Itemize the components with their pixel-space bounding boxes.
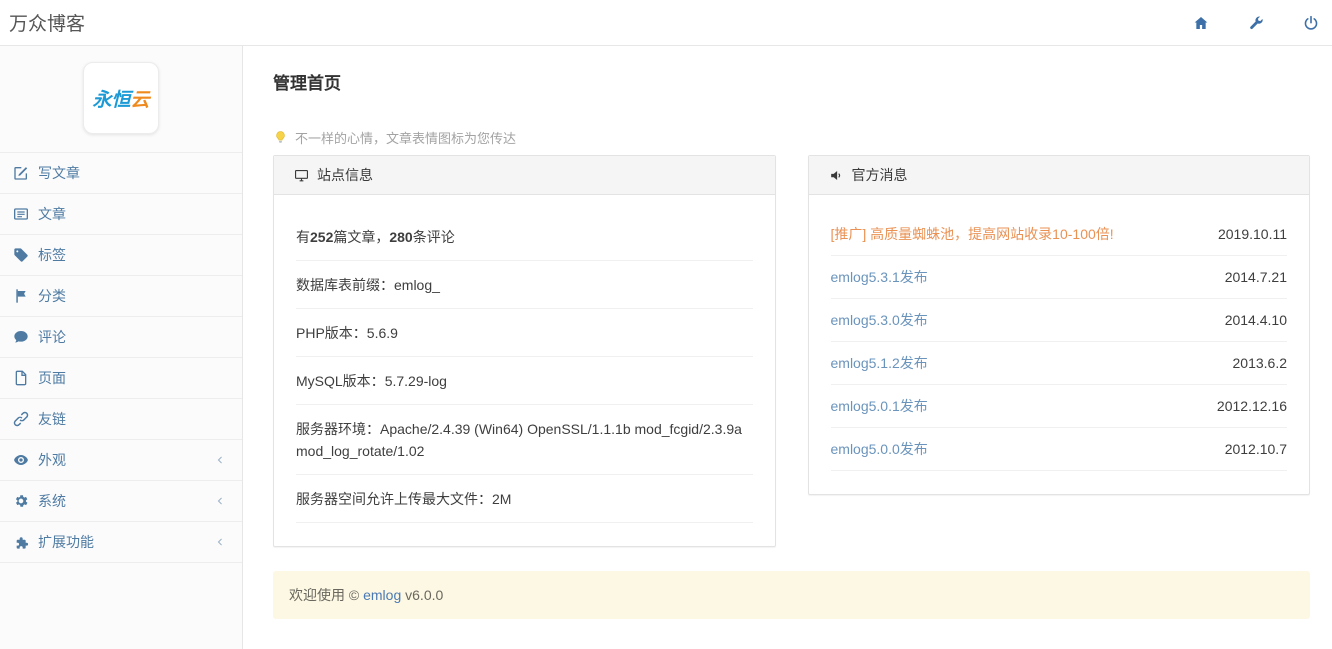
- list-icon: [13, 206, 29, 222]
- news-item: [推广] 高质量蜘蛛池，提高网站收录10-100倍! 2019.10.11: [831, 213, 1288, 256]
- sidebar-item-write-post[interactable]: 写文章: [0, 153, 242, 194]
- sidebar: 永恒云 写文章 文章 标签: [0, 46, 243, 649]
- tip-text: 不一样的心情，文章表情图标为您传达: [295, 128, 516, 147]
- news-header: 官方消息: [809, 156, 1310, 195]
- sidebar-item-appearance[interactable]: 外观: [0, 440, 242, 481]
- file-icon: [13, 370, 29, 386]
- sidebar-item-tags[interactable]: 标签: [0, 235, 242, 276]
- news-title: 官方消息: [852, 165, 908, 185]
- eye-icon: [13, 452, 29, 468]
- emlog-link[interactable]: emlog: [363, 587, 401, 603]
- info-label: MySQL版本：: [296, 373, 385, 389]
- news-item: emlog5.1.2发布 2013.6.2: [831, 342, 1288, 385]
- news-link[interactable]: emlog5.0.1发布: [831, 398, 928, 415]
- bulb-icon: [273, 130, 288, 145]
- wrench-icon[interactable]: [1247, 14, 1265, 32]
- sidebar-item-label: 标签: [38, 245, 66, 265]
- chevron-left-icon: [214, 536, 226, 548]
- sidebar-item-articles[interactable]: 文章: [0, 194, 242, 235]
- info-label: PHP版本：: [296, 325, 367, 341]
- article-count: 252: [310, 229, 333, 245]
- news-link[interactable]: emlog5.3.0发布: [831, 312, 928, 329]
- topbar-icons: [1192, 14, 1322, 32]
- comment-count: 280: [389, 229, 412, 245]
- sidebar-item-label: 评论: [38, 327, 66, 347]
- site-info-title: 站点信息: [317, 165, 373, 185]
- info-value: emlog_: [394, 277, 440, 293]
- info-label: 服务器空间允许上传最大文件：: [296, 491, 492, 507]
- tag-icon: [13, 247, 29, 263]
- info-value: 5.7.29-log: [385, 373, 447, 389]
- link-icon: [13, 411, 29, 427]
- news-card: 官方消息 [推广] 高质量蜘蛛池，提高网站收录10-100倍! 2019.10.…: [808, 155, 1311, 495]
- sidebar-item-categories[interactable]: 分类: [0, 276, 242, 317]
- comment-icon: [13, 329, 29, 345]
- sidebar-item-label: 页面: [38, 368, 66, 388]
- gear-icon: [13, 493, 29, 509]
- sidebar-item-label: 分类: [38, 286, 66, 306]
- news-date: 2012.10.7: [1225, 441, 1287, 458]
- sidebar-item-links[interactable]: 友链: [0, 399, 242, 440]
- logo-text: 永恒云: [92, 85, 149, 112]
- info-value: 5.6.9: [367, 325, 398, 341]
- news-date: 2012.12.16: [1217, 398, 1287, 415]
- sidebar-item-label: 文章: [38, 204, 66, 224]
- chevron-left-icon: [214, 454, 226, 466]
- sidebar-item-label: 系统: [38, 491, 66, 511]
- sidebar-menu: 写文章 文章 标签 分类: [0, 152, 242, 563]
- home-icon[interactable]: [1192, 14, 1210, 32]
- news-link[interactable]: emlog5.3.1发布: [831, 269, 928, 286]
- main-content: 管理首页 不一样的心情，文章表情图标为您传达 站点信息 有252篇文章，280条…: [243, 46, 1332, 649]
- info-label: 数据库表前缀：: [296, 277, 394, 293]
- topbar: 万众博客: [0, 0, 1332, 46]
- info-label: 服务器环境：: [296, 421, 380, 437]
- info-row: 服务器空间允许上传最大文件：2M: [296, 475, 753, 523]
- site-info-header: 站点信息: [274, 156, 775, 195]
- sidebar-item-comments[interactable]: 评论: [0, 317, 242, 358]
- chevron-left-icon: [214, 495, 226, 507]
- sidebar-item-label: 写文章: [38, 163, 80, 183]
- stats-row: 有252篇文章，280条评论: [296, 213, 753, 261]
- news-date: 2014.7.21: [1225, 269, 1287, 286]
- puzzle-icon: [13, 534, 29, 550]
- info-row: MySQL版本：5.7.29-log: [296, 357, 753, 405]
- sidebar-item-label: 扩展功能: [38, 532, 94, 552]
- info-row: 服务器环境：Apache/2.4.39 (Win64) OpenSSL/1.1.…: [296, 405, 753, 475]
- news-link[interactable]: emlog5.0.0发布: [831, 441, 928, 458]
- power-icon[interactable]: [1302, 14, 1320, 32]
- sidebar-item-pages[interactable]: 页面: [0, 358, 242, 399]
- news-date: 2019.10.11: [1218, 226, 1287, 243]
- app-title: 万众博客: [9, 9, 85, 36]
- speaker-icon: [829, 168, 844, 183]
- sidebar-item-label: 外观: [38, 450, 66, 470]
- sidebar-item-extensions[interactable]: 扩展功能: [0, 522, 242, 563]
- flag-icon: [13, 288, 29, 304]
- news-item: emlog5.0.0发布 2012.10.7: [831, 428, 1288, 471]
- news-item: emlog5.0.1发布 2012.12.16: [831, 385, 1288, 428]
- page-title: 管理首页: [273, 69, 1310, 94]
- desktop-icon: [294, 168, 309, 183]
- info-row: PHP版本：5.6.9: [296, 309, 753, 357]
- site-info-card: 站点信息 有252篇文章，280条评论 数据库表前缀：emlog_ PHP版本：…: [273, 155, 776, 547]
- news-link[interactable]: [推广] 高质量蜘蛛池，提高网站收录10-100倍!: [831, 226, 1114, 243]
- news-link[interactable]: emlog5.1.2发布: [831, 355, 928, 372]
- news-item: emlog5.3.1发布 2014.7.21: [831, 256, 1288, 299]
- info-row: 数据库表前缀：emlog_: [296, 261, 753, 309]
- footer-notice: 欢迎使用 © emlog v6.0.0: [273, 571, 1310, 619]
- news-date: 2013.6.2: [1233, 355, 1288, 372]
- sidebar-item-system[interactable]: 系统: [0, 481, 242, 522]
- info-value: 2M: [492, 491, 511, 507]
- tip-bar: 不一样的心情，文章表情图标为您传达: [273, 128, 1310, 147]
- news-item: emlog5.3.0发布 2014.4.10: [831, 299, 1288, 342]
- sidebar-item-label: 友链: [38, 409, 66, 429]
- edit-icon: [13, 165, 29, 181]
- news-date: 2014.4.10: [1225, 312, 1287, 329]
- site-logo: 永恒云: [83, 62, 159, 134]
